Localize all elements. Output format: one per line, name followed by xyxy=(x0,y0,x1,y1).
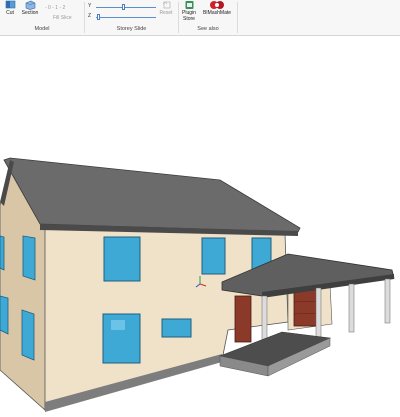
group-separator xyxy=(237,2,238,33)
slice-level-values[interactable]: - 0 - 1 - 2 xyxy=(45,5,65,11)
front-door xyxy=(234,295,252,343)
porch-column-3 xyxy=(348,283,355,333)
y-slider-thumb[interactable] xyxy=(121,4,125,10)
z-slider-track[interactable] xyxy=(96,17,156,18)
plugin-store-button[interactable]: Plugin Store xyxy=(180,0,198,22)
see-also-group-label: See also xyxy=(197,26,219,32)
cut-button[interactable]: Cut xyxy=(3,0,17,17)
plugin-store-icon xyxy=(184,0,195,10)
y-slider-track[interactable] xyxy=(96,7,156,8)
z-slider[interactable]: Z xyxy=(88,13,158,21)
upper-window-left xyxy=(103,236,141,282)
window-reflection xyxy=(111,320,125,330)
building-model[interactable] xyxy=(0,36,400,412)
side-window-lower xyxy=(21,309,35,361)
upper-window-middle xyxy=(201,237,226,275)
fill-slice-button[interactable]: Fill Slice xyxy=(53,15,72,21)
bimashmate-label: BIMashMate xyxy=(202,10,232,16)
reset-icon xyxy=(161,0,172,10)
plugin-store-label: Plugin Store xyxy=(182,10,196,22)
section-button[interactable]: Section xyxy=(19,0,41,17)
section-cube-icon xyxy=(25,0,36,10)
reset-label: Reset xyxy=(159,10,173,16)
y-axis-label: Y xyxy=(88,3,92,9)
section-label: Section xyxy=(21,10,39,16)
porch-column-2 xyxy=(315,287,322,345)
side-window-lower-left xyxy=(0,295,9,335)
porch-column-4 xyxy=(384,278,391,324)
cut-label: Cut xyxy=(6,10,14,16)
side-window-upper xyxy=(22,235,36,281)
reset-button[interactable]: Reset xyxy=(158,0,174,17)
y-slider[interactable]: Y xyxy=(88,3,158,11)
scissors-icon xyxy=(5,0,16,10)
model-group: Cut Section - 0 - 1 - 2 Fill Slice Model xyxy=(0,0,84,35)
bimashmate-logo-icon xyxy=(209,0,225,10)
ribbon-toolbar: Cut Section - 0 - 1 - 2 Fill Slice Model… xyxy=(0,0,400,36)
model-group-label: Model xyxy=(34,26,50,32)
lower-window-small xyxy=(161,318,192,338)
z-axis-label: Z xyxy=(88,13,92,19)
side-window-upper-left xyxy=(0,235,5,271)
3d-viewport[interactable] xyxy=(0,36,400,412)
storey-slide-group-label: Storey Slide xyxy=(116,26,147,32)
bimashmate-button[interactable]: BIMashMate xyxy=(201,0,233,17)
z-slider-thumb[interactable] xyxy=(97,14,101,20)
roof xyxy=(3,157,301,233)
